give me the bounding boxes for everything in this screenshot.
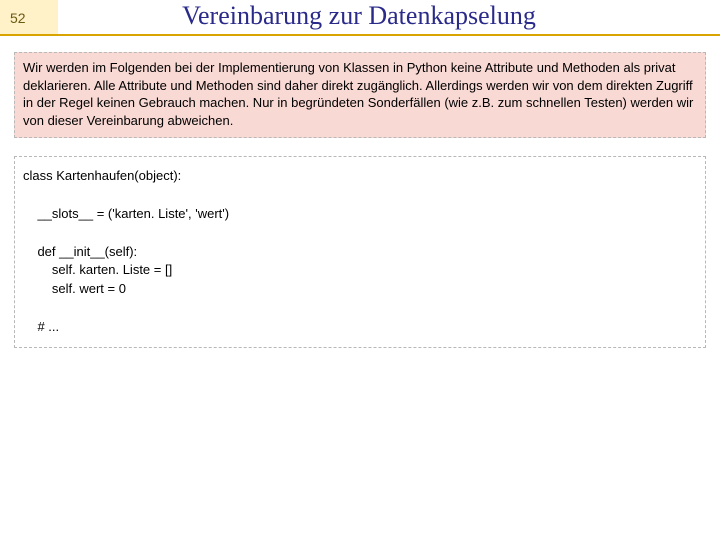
code-text: class Kartenhaufen(object): __slots__ = … (23, 168, 229, 334)
header: 52 Vereinbarung zur Datenkapselung (0, 0, 720, 36)
callout-box: Wir werden im Folgenden bei der Implemen… (14, 52, 706, 138)
code-box: class Kartenhaufen(object): __slots__ = … (14, 156, 706, 348)
page-number: 52 (0, 0, 58, 34)
callout-text: Wir werden im Folgenden bei der Implemen… (23, 60, 693, 128)
page-title: Vereinbarung zur Datenkapselung (58, 1, 720, 34)
